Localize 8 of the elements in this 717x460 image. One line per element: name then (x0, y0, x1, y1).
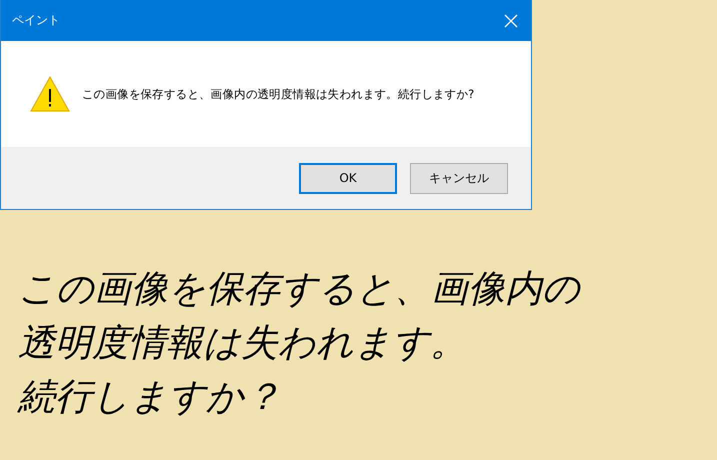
caption-line: この画像を保存すると、画像内の (18, 266, 582, 312)
caption-line: 透明度情報は失われます。 (18, 320, 468, 366)
window-title: ペイント (12, 12, 60, 29)
ok-button[interactable]: OK (299, 162, 397, 194)
caption-line: 続行しますか？ (18, 374, 282, 420)
warning-icon (30, 76, 70, 112)
dialog-message: この画像を保存すると、画像内の透明度情報は失われます。続行しますか? (82, 86, 474, 102)
cancel-button[interactable]: キャンセル (410, 162, 508, 194)
